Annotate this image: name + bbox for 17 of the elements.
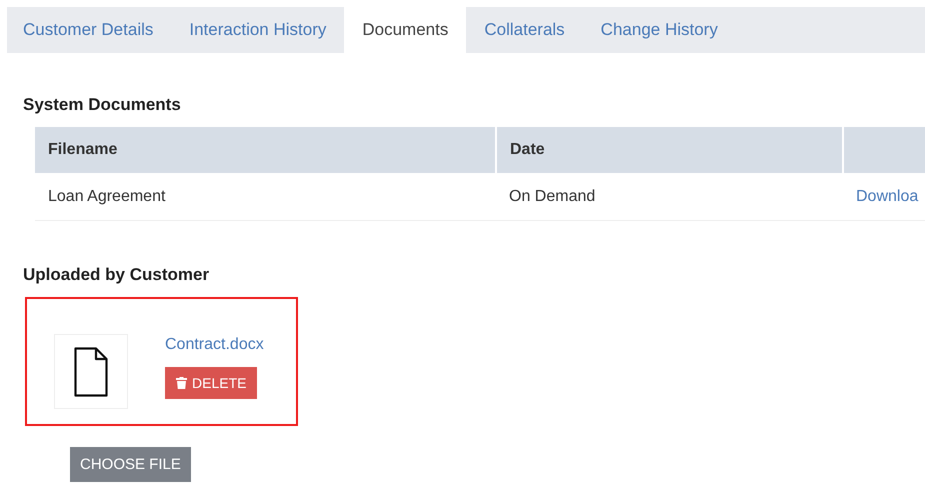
column-header: Date: [496, 127, 843, 173]
tab[interactable]: Collaterals: [466, 7, 583, 53]
section-heading: System Documents: [23, 95, 182, 115]
delete-button[interactable]: DELETE: [165, 367, 258, 399]
column-header: Filename: [35, 127, 496, 173]
tab[interactable]: Customer Details: [7, 7, 172, 53]
document-icon: [74, 346, 108, 396]
table-cell: On Demand: [509, 188, 596, 204]
trash-icon: [176, 377, 187, 389]
tab[interactable]: Change History: [582, 7, 736, 53]
download-link[interactable]: Downloa: [856, 188, 918, 204]
tab[interactable]: Interaction History: [171, 7, 344, 53]
file-link[interactable]: Contract.docx: [165, 336, 264, 354]
choose-file-button[interactable]: CHOOSE FILE: [70, 447, 191, 482]
table-cell: Loan Agreement: [48, 188, 166, 204]
tab[interactable]: Documents: [344, 7, 466, 53]
section-heading: Uploaded by Customer: [23, 265, 210, 285]
